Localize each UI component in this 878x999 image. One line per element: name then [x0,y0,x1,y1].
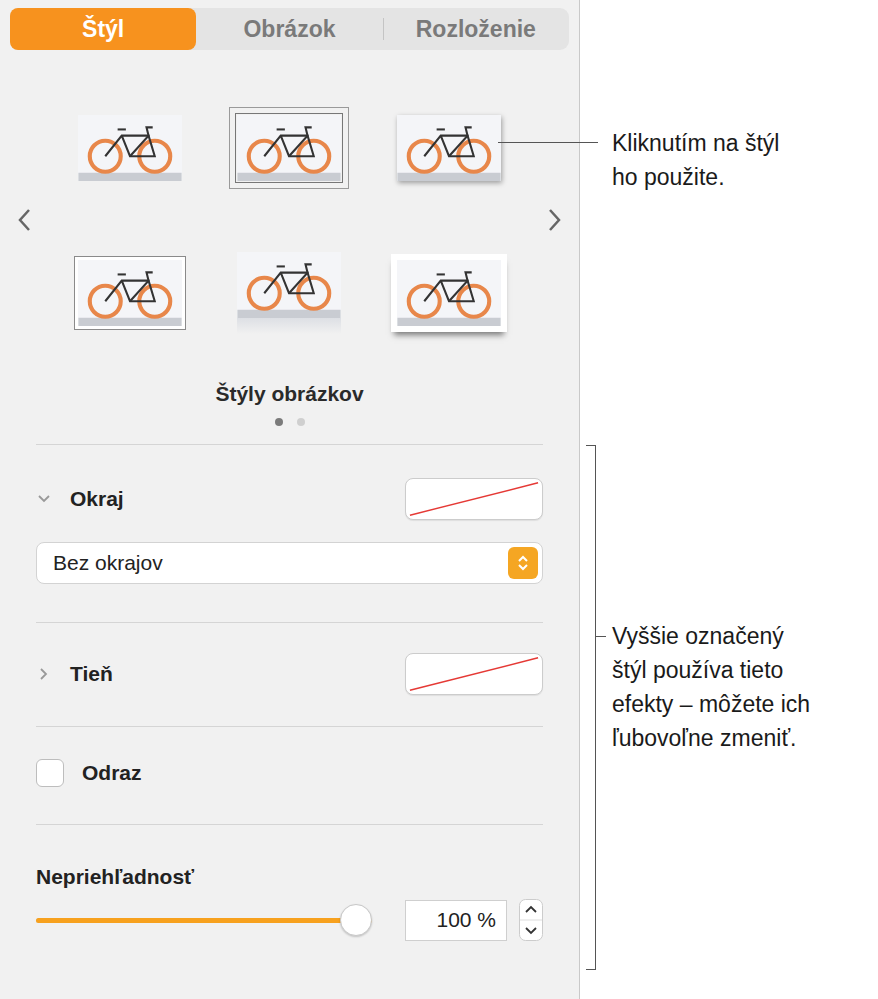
slider-knob[interactable] [340,904,372,936]
tab[interactable]: Štýl [10,8,196,50]
bike-photo [237,252,341,318]
style-gallery [0,50,579,330]
format-sidebar: ŠtýlObrázokRozloženie Štýly obrázkov Okraj… [0,0,580,999]
slider-fill [36,918,372,923]
style-preview [397,115,501,181]
screen: ŠtýlObrázokRozloženie Štýly obrázkov Okraj… [0,0,878,999]
bike-icon [237,252,341,318]
style-preview [235,113,343,183]
tab-bar: ŠtýlObrázokRozloženie [10,8,569,50]
page-dot[interactable] [297,418,305,426]
style-preview [74,256,186,330]
opacity-field[interactable]: 100 % [405,900,507,941]
tab[interactable]: Obrázok [196,8,382,50]
callout-text: Vyššie označenýštýl používa tietoefekty … [612,619,810,755]
style-thumbnail[interactable] [214,255,364,330]
reflection-section: Odraz [36,726,543,824]
reflection-preview [237,318,341,334]
disclosure-chevron-icon[interactable] [36,666,52,682]
bike-photo [237,115,341,181]
popup-arrows-icon [508,547,538,579]
no-color-icon [406,654,542,694]
slider-track [36,918,372,923]
bike-icon [78,260,182,326]
reflection-checkbox[interactable] [36,759,64,787]
style-thumbnail[interactable] [374,110,524,185]
style-preview [78,115,182,181]
border-section: Okraj Bez okrajov [36,444,543,622]
style-row [50,255,529,330]
style-preview [237,252,341,334]
opacity-section: Nepriehľadnosť 100 % [36,824,543,941]
bike-photo [397,115,501,181]
style-row [50,110,529,185]
callout-bracket [586,445,596,970]
disclosure-chevron-icon[interactable] [36,491,52,507]
border-header: Okraj [36,478,543,520]
callout-line [596,636,606,637]
style-preview [391,254,507,332]
bike-icon [397,260,501,326]
page-dot[interactable] [275,418,283,426]
bike-icon [397,115,501,181]
shadow-color-well[interactable] [405,653,543,695]
style-grid [50,110,529,330]
bike-icon [78,115,182,181]
bike-photo [78,115,182,181]
shadow-section: Tieň [36,622,543,726]
border-type-select[interactable]: Bez okrajov [36,542,543,584]
page-dots [0,418,579,426]
bike-icon [237,115,341,181]
shadow-label: Tieň [70,660,113,688]
style-thumbnail[interactable] [374,255,524,330]
no-color-icon [406,479,542,519]
bike-photo [397,260,501,326]
callout-text: Kliknutím na štýlho použite. [612,126,779,194]
opacity-slider[interactable] [36,900,372,941]
bike-photo [78,260,182,326]
reflection-row[interactable]: Odraz [36,759,543,787]
style-thumbnail[interactable] [214,110,364,185]
opacity-label: Nepriehľadnosť [36,863,543,891]
opacity-stepper[interactable] [519,899,543,941]
style-thumbnail[interactable] [55,110,205,185]
next-chevron-icon[interactable] [544,205,564,235]
reflection-label: Odraz [82,759,142,787]
shadow-header: Tieň [36,653,543,695]
callout-line [498,142,598,143]
tab[interactable]: Rozloženie [383,8,569,50]
previous-chevron-icon[interactable] [15,205,35,235]
style-thumbnail[interactable] [55,255,205,330]
opacity-controls: 100 % [36,899,543,941]
border-color-well[interactable] [405,478,543,520]
border-label: Okraj [70,485,124,513]
gallery-caption: Štýly obrázkov [0,380,579,408]
stepper-arrows-icon [519,899,543,941]
